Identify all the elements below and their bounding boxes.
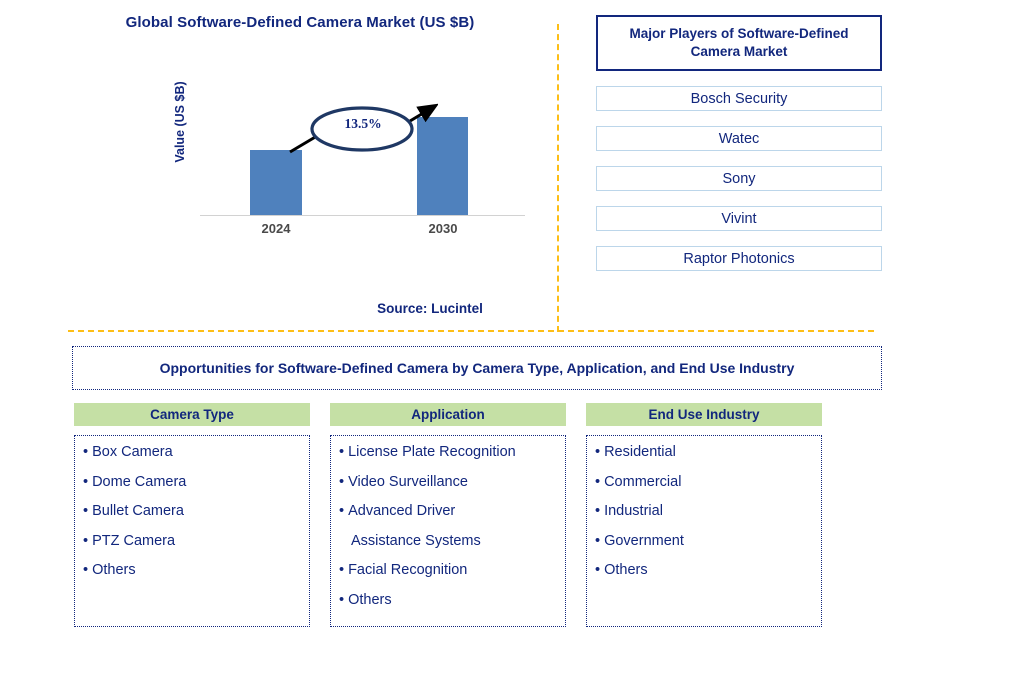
list-item: • Video Surveillance — [339, 473, 559, 490]
column-end-use-industry: End Use Industry • Residential • Commercia… — [586, 403, 822, 627]
list-item: • Industrial — [595, 504, 815, 519]
list-item: • License Plate Recognition — [339, 445, 559, 460]
list-item-label: Residential — [604, 444, 676, 460]
bullet-icon: • — [339, 473, 345, 490]
bullet-icon: • — [339, 591, 345, 608]
column-body: • License Plate Recognition • Video Survei… — [330, 435, 566, 627]
bar-chart: Value (US $B) 2024 2030 13.5% — [170, 81, 530, 245]
list-item: • Others — [83, 563, 303, 578]
bullet-icon: • — [339, 444, 345, 460]
list-item: • Government — [595, 532, 815, 549]
x-tick-2030: 2030 — [428, 221, 458, 236]
list-item-label: Facial Recognition — [348, 562, 468, 578]
bullet-icon: • — [339, 562, 345, 578]
bullet-icon: • — [83, 532, 89, 549]
y-axis-label: Value (US $B) — [173, 81, 187, 163]
bullet-icon: • — [339, 503, 345, 519]
list-item-label: PTZ Camera — [92, 532, 176, 549]
vertical-divider — [557, 24, 559, 332]
list-item: • PTZ Camera — [83, 532, 303, 549]
list-item-continuation: Assistance Systems — [339, 532, 559, 549]
list-item-label: Others — [92, 562, 136, 578]
player-item: Bosch Security — [596, 86, 882, 111]
chart-title: Global Software-Defined Camera Market (U… — [125, 14, 475, 31]
bullet-icon: • — [595, 444, 601, 460]
x-tick-2024: 2024 — [261, 221, 291, 236]
list-item: • Dome Camera — [83, 473, 303, 490]
horizontal-divider — [68, 330, 874, 332]
list-item-label: Industrial — [604, 503, 663, 519]
player-item: Raptor Photonics — [596, 246, 882, 271]
list-item-label: Government — [604, 532, 684, 549]
bullet-icon: • — [83, 473, 89, 490]
column-header: End Use Industry — [586, 403, 822, 426]
major-players-panel: Major Players of Software-Defined Camera… — [596, 15, 882, 271]
column-application: Application • License Plate Recognition •… — [330, 403, 566, 627]
list-item: • Facial Recognition — [339, 563, 559, 578]
list-item-label: Box Camera — [92, 444, 173, 460]
column-body: • Residential • Commercial • Industrial • Go… — [586, 435, 822, 627]
x-axis-line — [200, 215, 525, 216]
list-item: • Residential — [595, 445, 815, 460]
player-item: Sony — [596, 166, 882, 191]
list-item: • Others — [595, 563, 815, 578]
list-item: • Commercial — [595, 473, 815, 490]
column-header: Camera Type — [74, 403, 310, 426]
infographic-canvas: Global Software-Defined Camera Market (U… — [0, 0, 1009, 673]
list-item: • Advanced Driver — [339, 504, 559, 519]
list-item-label: Dome Camera — [92, 473, 187, 490]
bullet-icon: • — [595, 503, 601, 519]
list-item-label: License Plate Recognition — [348, 444, 516, 460]
player-item: Watec — [596, 126, 882, 151]
bullet-icon: • — [83, 562, 89, 578]
player-item: Vivint — [596, 206, 882, 231]
list-item: • Box Camera — [83, 445, 303, 460]
column-body: • Box Camera • Dome Camera • Bullet Camera … — [74, 435, 310, 627]
list-item: • Bullet Camera — [83, 504, 303, 519]
list-item-label: Assistance Systems — [351, 532, 481, 549]
column-camera-type: Camera Type • Box Camera • Dome Camera • Bu… — [74, 403, 310, 627]
list-item-label: Commercial — [604, 473, 682, 490]
bullet-icon: • — [83, 444, 89, 460]
cagr-callout: 13.5% — [288, 100, 438, 160]
bullet-icon: • — [595, 562, 601, 578]
column-header: Application — [330, 403, 566, 426]
list-item-label: Bullet Camera — [92, 503, 184, 519]
list-item-label: Video Surveillance — [348, 473, 468, 490]
bullet-icon: • — [595, 473, 601, 490]
major-players-header: Major Players of Software-Defined Camera… — [596, 15, 882, 71]
list-item: • Others — [339, 591, 559, 608]
opportunities-banner: Opportunities for Software-Defined Camer… — [72, 346, 882, 390]
source-note: Source: Lucintel — [377, 301, 483, 316]
bullet-icon: • — [595, 532, 601, 549]
list-item-label: Advanced Driver — [348, 503, 456, 519]
segment-columns: Camera Type • Box Camera • Dome Camera • Bu… — [74, 403, 834, 627]
list-item-label: Others — [604, 562, 648, 578]
list-item-label: Others — [348, 591, 392, 608]
bullet-icon: • — [83, 503, 89, 519]
